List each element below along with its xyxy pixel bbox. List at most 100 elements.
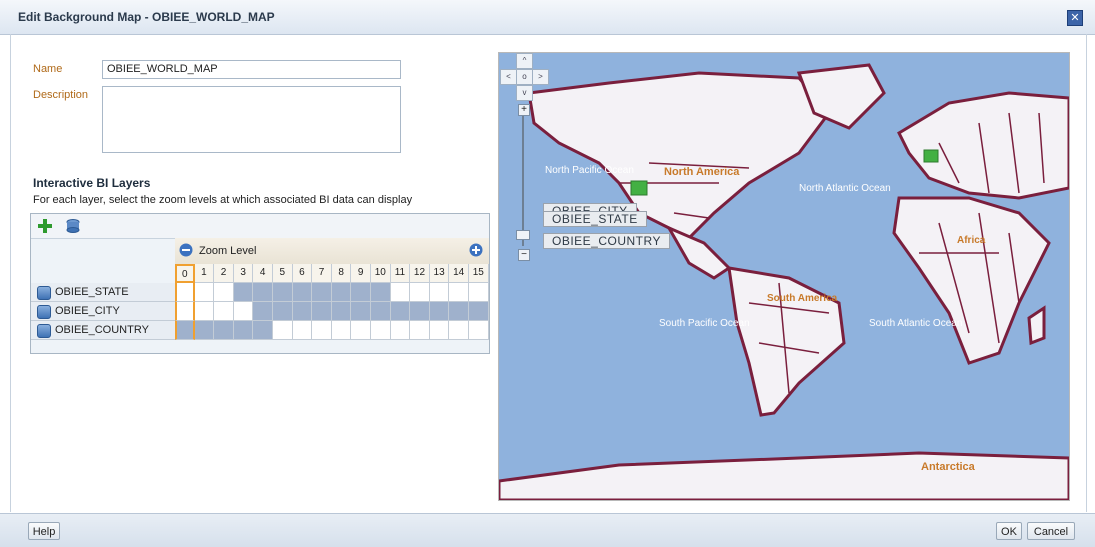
zoom-cell[interactable] — [371, 302, 391, 321]
zoom-cell[interactable] — [331, 321, 352, 340]
zoom-cell[interactable] — [233, 321, 254, 340]
zoom-cell[interactable] — [175, 321, 195, 340]
dialog-title: Edit Background Map - OBIEE_WORLD_MAP — [18, 10, 275, 24]
zoom-cell[interactable] — [253, 302, 273, 321]
zoom-level-header-11: 11 — [390, 264, 411, 283]
layers-heading: Interactive BI Layers — [33, 176, 151, 190]
zoom-cell[interactable] — [390, 321, 411, 340]
map-zoom-slider[interactable]: + − — [516, 104, 530, 264]
map-pan-control: ^ < o > v — [500, 53, 549, 101]
name-input[interactable]: OBIEE_WORLD_MAP — [102, 60, 401, 79]
layer-name: OBIEE_STATE — [55, 286, 129, 298]
zoom-cell[interactable] — [194, 321, 215, 340]
zoom-cell[interactable] — [449, 283, 469, 302]
layer-name: OBIEE_CITY — [55, 305, 120, 317]
database-icon — [37, 286, 51, 300]
map-tag-country: OBIEE_COUNTRY — [543, 233, 670, 249]
zoom-cell[interactable] — [312, 283, 332, 302]
zoom-cell[interactable] — [371, 283, 391, 302]
zoom-level-header-4: 4 — [253, 264, 273, 283]
label-north-atlantic: North Atlantic Ocean — [799, 183, 891, 194]
zoom-cell[interactable] — [429, 283, 450, 302]
label-antarctica: Antarctica — [921, 461, 975, 473]
pan-left-button[interactable]: < — [500, 69, 517, 85]
plus-icon[interactable] — [37, 218, 53, 234]
ok-button[interactable]: OK — [996, 522, 1022, 540]
zoom-cell[interactable] — [469, 283, 489, 302]
zoom-cell[interactable] — [410, 302, 430, 321]
zoom-track — [522, 116, 524, 246]
zoom-cell[interactable] — [469, 321, 489, 340]
zoom-cell[interactable] — [351, 283, 371, 302]
zoom-grid: Zoom Level 0 1 2 3 4 5 6 7 8 9 10 11 12 13 14 15 OBIEE_S… — [31, 238, 489, 352]
pan-down-button[interactable]: v — [516, 85, 533, 101]
zoom-cell[interactable] — [175, 302, 195, 321]
zoom-cell[interactable] — [194, 302, 215, 321]
zoom-cell[interactable] — [194, 283, 215, 302]
zoom-in-icon[interactable] — [469, 243, 483, 257]
zoom-cell[interactable] — [331, 283, 352, 302]
zoom-cell[interactable] — [429, 321, 450, 340]
pan-center-button[interactable]: o — [516, 69, 533, 85]
zoom-cell[interactable] — [312, 321, 332, 340]
zoom-level-header-0: 0 — [175, 264, 195, 283]
label-south-atlantic: South Atlantic Ocean — [869, 318, 963, 329]
zoom-cell[interactable] — [410, 283, 430, 302]
zoom-cell[interactable] — [410, 321, 430, 340]
zoom-cell[interactable] — [253, 283, 273, 302]
help-button[interactable]: Help — [28, 522, 60, 540]
zoom-cell[interactable] — [175, 283, 195, 302]
zoom-cell[interactable] — [351, 302, 371, 321]
zoom-level-header: Zoom Level — [175, 238, 489, 265]
description-textarea[interactable] — [102, 86, 401, 153]
database-icon[interactable] — [65, 218, 81, 234]
map-zoom-out-button[interactable]: − — [518, 249, 530, 261]
description-label: Description — [33, 89, 89, 101]
zoom-cell[interactable] — [469, 302, 489, 321]
world-map[interactable]: OBIEE_CITY OBIEE_STATE OBIEE_COUNTRY Nor… — [498, 52, 1070, 501]
layer-row[interactable]: OBIEE_STATE — [31, 283, 175, 302]
layer-row[interactable]: OBIEE_COUNTRY — [31, 321, 175, 340]
layer-row[interactable]: OBIEE_CITY — [31, 302, 175, 321]
zoom-cell[interactable] — [273, 321, 293, 340]
zoom-cell[interactable] — [214, 302, 234, 321]
zoom-cell[interactable] — [214, 283, 234, 302]
zoom-level-header-9: 9 — [351, 264, 371, 283]
zoom-level-header-6: 6 — [292, 264, 313, 283]
zoom-level-header-12: 12 — [410, 264, 430, 283]
zoom-cell[interactable] — [331, 302, 352, 321]
zoom-cell[interactable] — [429, 302, 450, 321]
label-south-america: South America — [767, 293, 838, 304]
zoom-cell[interactable] — [390, 302, 411, 321]
zoom-cell[interactable] — [449, 302, 469, 321]
zoom-level-header-8: 8 — [331, 264, 352, 283]
zoom-thumb[interactable] — [516, 230, 530, 240]
cancel-button[interactable]: Cancel — [1027, 522, 1075, 540]
zoom-out-icon[interactable] — [179, 243, 193, 257]
zoom-cell[interactable] — [233, 283, 254, 302]
pan-right-button[interactable]: > — [532, 69, 549, 85]
zoom-cell[interactable] — [253, 321, 273, 340]
close-icon[interactable]: ✕ — [1067, 10, 1083, 26]
zoom-cell[interactable] — [351, 321, 371, 340]
name-label: Name — [33, 63, 63, 75]
zoom-cell[interactable] — [390, 283, 411, 302]
map-zoom-in-button[interactable]: + — [518, 104, 530, 116]
zoom-cell[interactable] — [214, 321, 234, 340]
zoom-cell[interactable] — [292, 321, 313, 340]
zoom-level-header-5: 5 — [273, 264, 293, 283]
zoom-level-header-10: 10 — [371, 264, 391, 283]
zoom-cell[interactable] — [233, 302, 254, 321]
zoom-cell[interactable] — [273, 283, 293, 302]
zoom-cell[interactable] — [273, 302, 293, 321]
zoom-cell[interactable] — [371, 321, 391, 340]
zoom-level-header-2: 2 — [214, 264, 234, 283]
zoom-cell[interactable] — [292, 302, 313, 321]
zoom-cell[interactable] — [449, 321, 469, 340]
zoom-cell[interactable] — [292, 283, 313, 302]
zoom-level-header-1: 1 — [194, 264, 215, 283]
label-north-pacific: North Pacific Ocean — [545, 165, 634, 176]
pan-up-button[interactable]: ^ — [516, 53, 533, 69]
zoom-level-header-7: 7 — [312, 264, 332, 283]
zoom-cell[interactable] — [312, 302, 332, 321]
